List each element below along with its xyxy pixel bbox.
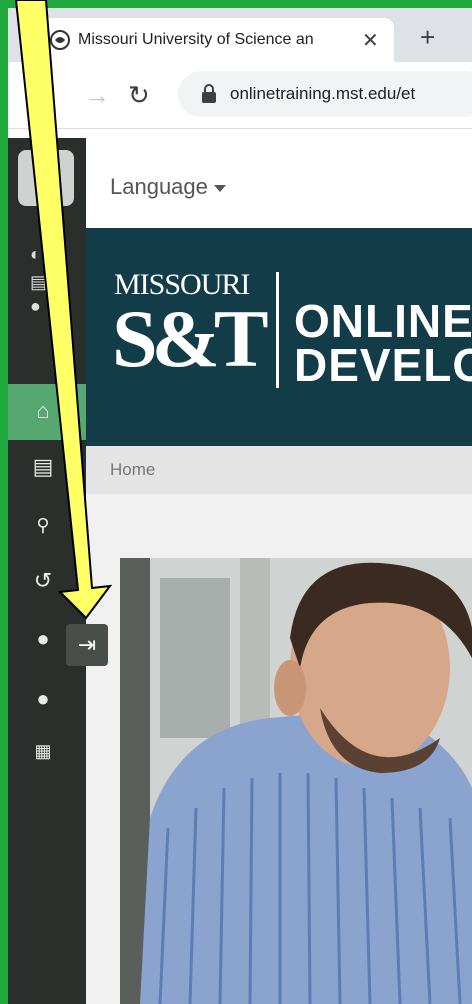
search-icon[interactable]: ⚲ <box>30 512 56 538</box>
logo-st: S&T <box>112 293 269 384</box>
screenshot-frame: Missouri University of Science an ✕ + → … <box>8 8 472 1004</box>
left-sidebar: ◐ ▤ ● ⌂ ▤ ⚲ ↺ ● ● ▦ <box>8 138 86 1004</box>
breadcrumb: Home <box>86 446 472 494</box>
caret-down-icon <box>213 184 226 192</box>
expand-sidebar-icon: ⇥ <box>77 632 97 657</box>
close-tab-icon[interactable]: ✕ <box>362 28 379 53</box>
avatar[interactable] <box>18 150 74 206</box>
logo-divider <box>276 272 279 388</box>
reload-icon[interactable]: ↻ <box>128 80 150 111</box>
forward-icon[interactable]: → <box>84 80 110 111</box>
man-at-laptop-photo <box>120 558 472 1004</box>
tab-title: Missouri University of Science an <box>78 31 314 48</box>
user-icon[interactable]: ● <box>30 686 56 712</box>
calendar-icon[interactable]: ▦ <box>30 738 56 764</box>
book-icon[interactable]: ▤ <box>30 454 56 480</box>
language-bar: Language <box>86 138 472 228</box>
language-dropdown[interactable]: Language <box>110 174 226 200</box>
browser-tab[interactable]: Missouri University of Science an ✕ <box>38 18 394 62</box>
favicon-icon <box>50 30 70 50</box>
expand-sidebar-button[interactable]: ⇥ <box>66 624 108 666</box>
page-content: Language MISSOURI S&T ONLINE F DEVELOP H… <box>86 138 472 1004</box>
site-banner: MISSOURI S&T ONLINE F DEVELOP <box>86 228 472 446</box>
hero-photo <box>120 558 472 1004</box>
url-text: onlinetraining.mst.edu/et <box>230 84 416 103</box>
info-icon: ▤ <box>30 272 48 292</box>
tab-strip: Missouri University of Science an ✕ + <box>8 8 472 62</box>
info-icon: ● <box>30 296 41 316</box>
browser-toolbar: → ↻ onlinetraining.mst.edu/et <box>8 62 472 129</box>
lock-icon <box>202 84 216 103</box>
banner-title-line2: DEVELOP <box>294 339 472 391</box>
language-label: Language <box>110 174 208 199</box>
info-icon: ◐ <box>30 244 41 264</box>
breadcrumb-home[interactable]: Home <box>110 460 155 480</box>
new-tab-button[interactable]: + <box>420 22 435 53</box>
home-icon[interactable]: ⌂ <box>30 398 56 424</box>
history-icon[interactable]: ↺ <box>30 568 56 594</box>
address-bar[interactable]: onlinetraining.mst.edu/et <box>178 71 472 117</box>
chat-icon[interactable]: ● <box>30 626 56 652</box>
